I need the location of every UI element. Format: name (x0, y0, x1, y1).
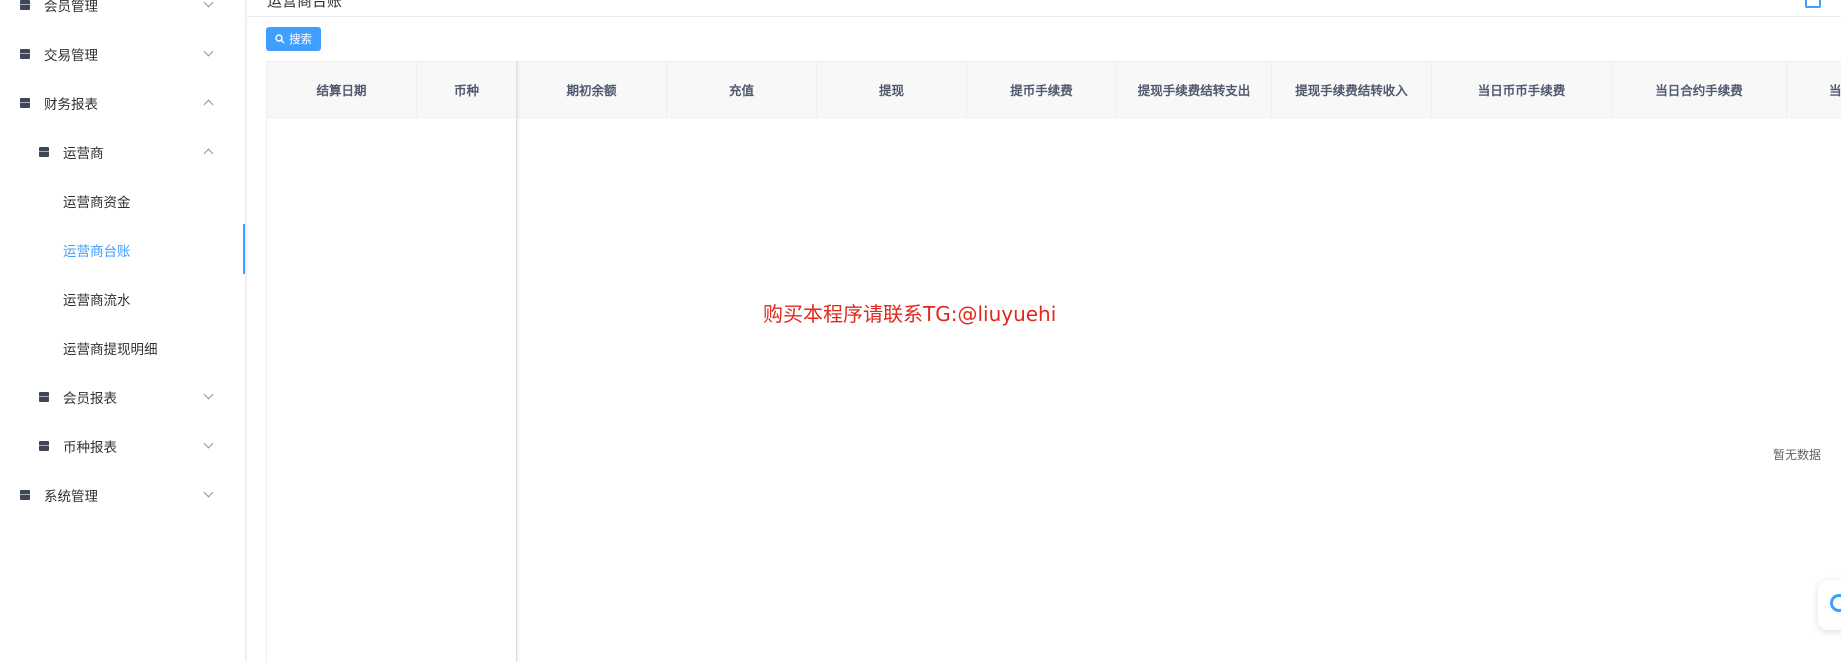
empty-state-text: 暂无数据 (1773, 448, 1822, 462)
sidebar-item-label: 会员管理 (44, 0, 98, 15)
sidebar-item-label: 运营商 (63, 145, 104, 162)
column-header-daily-contract-fee[interactable]: 当日合约手续费 (1612, 62, 1787, 117)
sidebar-item-operator-flow[interactable]: 运营商流水 (0, 274, 245, 323)
sidebar-item-label: 币种报表 (63, 439, 117, 456)
chevron-up-icon (203, 148, 214, 159)
chevron-down-icon (203, 487, 214, 498)
column-header-deposit[interactable]: 充值 (667, 62, 817, 117)
sidebar-item-label: 会员报表 (63, 390, 117, 407)
search-button-label: 搜索 (289, 32, 312, 46)
column-header-withdraw[interactable]: 提现 (817, 62, 967, 117)
sidebar-item-label: 运营商资金 (63, 194, 131, 211)
chevron-down-icon (203, 438, 214, 449)
column-header-settlement-date[interactable]: 结算日期 (267, 62, 417, 117)
menu-grid-icon (20, 0, 30, 10)
sidebar-item-currency-reports[interactable]: 币种报表 (0, 421, 245, 470)
sidebar-item-trade-management[interactable]: 交易管理 (0, 29, 245, 78)
menu-grid-icon (20, 97, 30, 108)
column-header-daily-truncated[interactable]: 当日 (1787, 62, 1841, 117)
column-header-opening-balance[interactable]: 期初余额 (517, 62, 667, 117)
sidebar-item-operator-ledger[interactable]: 运营商台账 (0, 225, 245, 274)
sidebar-item-operator-funds[interactable]: 运营商资金 (0, 176, 245, 225)
main-content: 运营商台账 搜索 结算日期 币种 期初余额 充值 提现 提币手续费 提现手续费结… (247, 0, 1841, 662)
sidebar-item-member-reports[interactable]: 会员报表 (0, 372, 245, 421)
column-header-withdraw-fee-expense[interactable]: 提现手续费结转支出 (1117, 62, 1272, 117)
column-header-currency[interactable]: 币种 (417, 62, 517, 117)
chevron-down-icon (203, 0, 214, 8)
fixed-column-shadow (516, 62, 520, 662)
search-icon (275, 34, 285, 44)
ledger-table: 结算日期 币种 期初余额 充值 提现 提币手续费 提现手续费结转支出 提现手续费… (266, 61, 1841, 662)
watermark-text: 购买本程序请联系TG:@liuyuehi (763, 302, 1057, 326)
column-header-withdraw-fee-income[interactable]: 提现手续费结转收入 (1272, 62, 1432, 117)
fullscreen-icon[interactable] (1805, 0, 1821, 8)
sidebar-item-finance-reports[interactable]: 财务报表 (0, 78, 245, 127)
search-button[interactable]: 搜索 (266, 27, 321, 51)
sidebar-item-label: 交易管理 (44, 47, 98, 64)
sidebar-item-system-management[interactable]: 系统管理 (0, 470, 245, 519)
header-divider (247, 16, 1841, 17)
sidebar-item-label: 运营商台账 (63, 243, 131, 260)
page-title: 运营商台账 (267, 0, 343, 10)
sidebar-item-member-management[interactable]: 会员管理 (0, 0, 245, 29)
floating-help-button[interactable] (1818, 580, 1841, 630)
chevron-down-icon (203, 389, 214, 400)
menu-grid-icon (20, 48, 30, 59)
sidebar-item-operator[interactable]: 运营商 (0, 127, 245, 176)
chevron-up-icon (203, 99, 214, 110)
column-header-coin-withdraw-fee[interactable]: 提币手续费 (967, 62, 1117, 117)
sidebar: 会员管理 交易管理 财务报表 运营商 运营商资金 运营商台账 运营商流水 运营商… (0, 0, 246, 661)
menu-grid-icon (20, 489, 30, 500)
table-header: 结算日期 币种 期初余额 充值 提现 提币手续费 提现手续费结转支出 提现手续费… (267, 62, 1841, 118)
sidebar-item-label: 系统管理 (44, 488, 98, 505)
sidebar-item-label: 财务报表 (44, 96, 98, 113)
sidebar-item-label: 运营商提现明细 (63, 341, 158, 358)
menu-grid-icon (39, 146, 49, 157)
menu-grid-icon (39, 440, 49, 451)
sidebar-item-operator-withdraw-details[interactable]: 运营商提现明细 (0, 323, 245, 372)
column-header-daily-spot-fee[interactable]: 当日币币手续费 (1432, 62, 1612, 117)
sidebar-item-label: 运营商流水 (63, 292, 131, 309)
chevron-down-icon (203, 46, 214, 57)
help-icon (1830, 594, 1841, 612)
menu-grid-icon (39, 391, 49, 402)
